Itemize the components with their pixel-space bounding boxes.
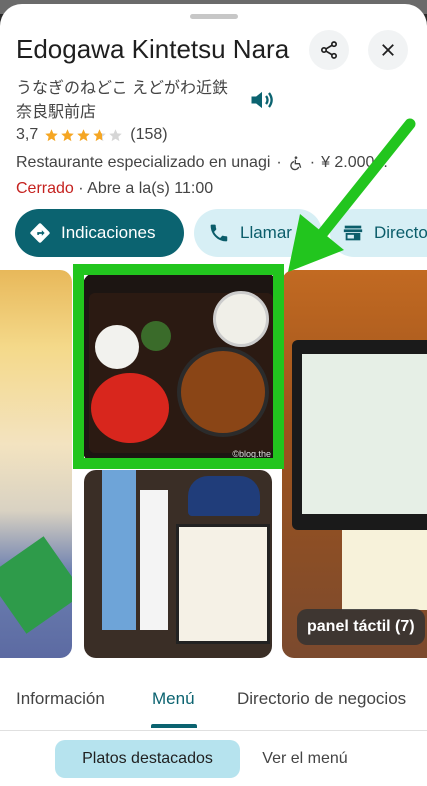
star-icon (93, 128, 106, 141)
photo-unagi-set[interactable]: ©blog.the (83, 273, 277, 463)
photo-detail (213, 291, 269, 347)
native-name-line2: 奈良駅前店 (16, 104, 97, 121)
store-icon (343, 225, 363, 241)
directions-button[interactable]: Indicaciones (15, 209, 184, 257)
star-icon (61, 128, 74, 141)
share-icon (321, 41, 337, 59)
separator: · (276, 154, 282, 171)
category-row: Restaurante especializado en unagi · · ¥… (16, 154, 388, 172)
photo-detail (302, 354, 427, 514)
hours-row[interactable]: Cerrado · Abre a la(s) 11:00 (16, 180, 213, 198)
rating-row[interactable]: 3,7 (158) (16, 126, 168, 144)
open-status: Cerrado (16, 180, 74, 197)
close-icon (382, 44, 394, 56)
directions-label: Indicaciones (61, 223, 156, 242)
directions-icon (30, 223, 50, 243)
photo-tempura[interactable] (0, 270, 72, 658)
tab-info[interactable]: Información (16, 689, 105, 709)
tab-menu[interactable]: Menú (152, 689, 195, 709)
photo-detail (188, 476, 260, 516)
place-title: Edogawa Kintetsu Nara (16, 34, 290, 64)
phone-icon (210, 224, 228, 242)
call-label: Llamar (240, 223, 292, 242)
photo-detail (176, 524, 270, 644)
separator: · (309, 154, 316, 171)
photo-detail (95, 325, 139, 369)
star-icon (109, 128, 122, 141)
photo-touch-panel[interactable] (282, 270, 427, 658)
rating-value: 3,7 (16, 126, 39, 143)
featured-dishes-chip[interactable]: Platos destacados (55, 740, 240, 778)
star-icon (77, 128, 90, 141)
share-button[interactable] (309, 30, 349, 70)
native-name-line1: うなぎのねどこ えどがわ近鉄 (16, 80, 228, 97)
directory-button[interactable]: Directo (330, 209, 427, 257)
category-label: Restaurante especializado en unagi (16, 154, 271, 171)
pointer-arrow (288, 118, 416, 272)
photo-detail (342, 530, 427, 610)
opening-hours: · Abre a la(s) 11:00 (78, 180, 214, 197)
place-sheet: Edogawa Kintetsu Nara うなぎのねどこ えどがわ近鉄 奈良駅… (0, 4, 427, 786)
review-count: (158) (130, 126, 168, 143)
active-tab-indicator (151, 724, 197, 728)
photo-detail (141, 321, 171, 351)
price-level: ¥ 2.000... (321, 154, 388, 171)
directory-label: Directo (374, 223, 427, 242)
tab-bar: Información Menú Directorio de negocios (0, 675, 427, 731)
photo-category-badge[interactable]: panel táctil (7) (297, 609, 425, 645)
close-button[interactable] (368, 30, 408, 70)
view-menu-chip[interactable]: Ver el menú (250, 740, 360, 778)
photo-watermark: ©blog.the (232, 449, 271, 459)
rating-stars (44, 128, 124, 143)
wheelchair-icon (290, 156, 302, 171)
photo-storefront-signs[interactable] (84, 470, 272, 658)
photo-detail (140, 490, 168, 630)
speaker-icon[interactable] (248, 86, 276, 114)
photo-detail (102, 470, 136, 630)
drag-handle[interactable] (190, 14, 238, 19)
photo-detail (0, 536, 72, 634)
call-button[interactable]: Llamar (194, 209, 322, 257)
star-icon (45, 128, 58, 141)
photo-detail (91, 373, 169, 443)
tab-directory[interactable]: Directorio de negocios (237, 689, 406, 709)
photo-detail (177, 347, 269, 437)
